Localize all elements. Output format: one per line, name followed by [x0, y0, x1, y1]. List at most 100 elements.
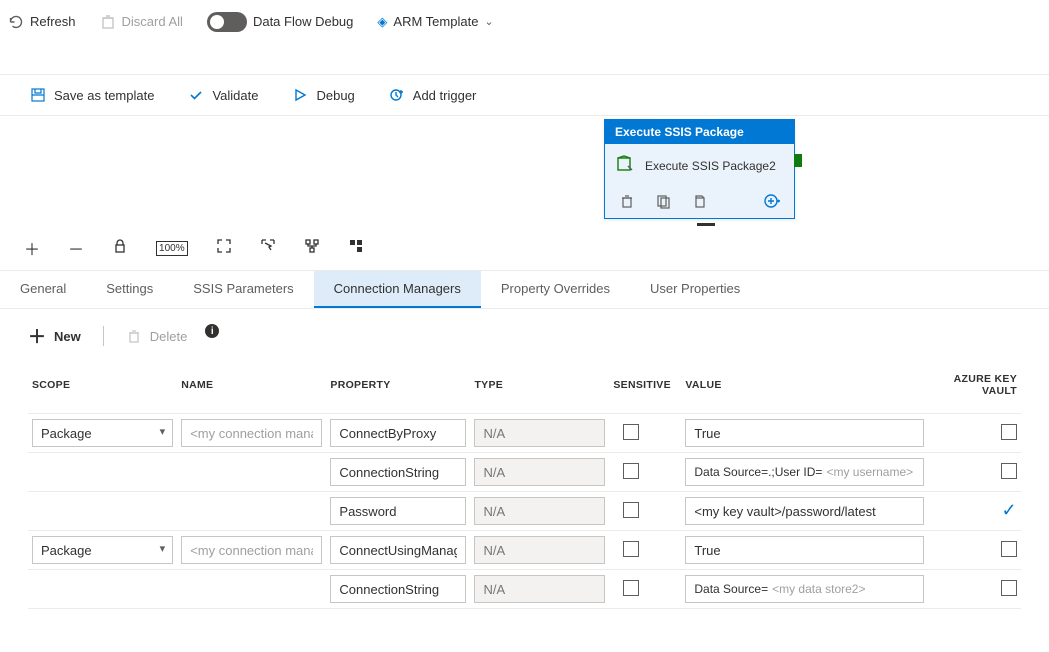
canvas-icon-row: ＋ － 100%: [0, 226, 1049, 271]
table-row: Data Source=.;User ID= <my username>: [28, 453, 1021, 492]
validate-button[interactable]: Validate: [188, 87, 258, 103]
activity-node-footer: [605, 187, 794, 218]
align-icon[interactable]: [304, 238, 320, 259]
name-input[interactable]: [181, 419, 322, 447]
refresh-icon: [8, 14, 24, 30]
plus-icon: ＋: [28, 323, 46, 349]
resize-handle[interactable]: [697, 223, 715, 226]
sensitive-checkbox[interactable]: [623, 424, 639, 440]
col-akv: AZURE KEY VAULT: [928, 363, 1021, 414]
discard-all-button[interactable]: Discard All: [100, 14, 183, 30]
sensitive-checkbox[interactable]: [623, 502, 639, 518]
akv-checkbox[interactable]: [1001, 541, 1017, 557]
grid-toolbar: ＋ New Delete i: [0, 309, 1049, 363]
akv-checkbox[interactable]: [1001, 580, 1017, 596]
minus-icon[interactable]: －: [68, 236, 84, 260]
discard-icon: [100, 14, 116, 30]
value-input[interactable]: [685, 419, 924, 447]
new-label: New: [54, 329, 81, 344]
save-as-template-button[interactable]: Save as template: [30, 87, 154, 103]
type-input: [474, 497, 605, 525]
play-icon: [292, 87, 308, 103]
table-row: [28, 414, 1021, 453]
save-template-icon: [30, 87, 46, 103]
col-type: TYPE: [470, 363, 609, 414]
tab-general[interactable]: General: [0, 271, 86, 308]
layout-icon[interactable]: [348, 238, 364, 259]
grid-header-row: SCOPE NAME PROPERTY TYPE SENSITIVE VALUE…: [28, 363, 1021, 414]
col-property: PROPERTY: [326, 363, 470, 414]
delete-icon[interactable]: [619, 193, 635, 212]
akv-checkbox[interactable]: ✓: [1001, 503, 1017, 519]
sensitive-checkbox[interactable]: [623, 541, 639, 557]
fit-screen-icon[interactable]: [216, 238, 232, 259]
scope-select[interactable]: [32, 419, 173, 447]
validate-label: Validate: [212, 88, 258, 103]
property-input[interactable]: [330, 575, 466, 603]
property-input[interactable]: [330, 497, 466, 525]
action-toolbar: Save as template Validate Debug Add trig…: [0, 74, 1049, 116]
add-trigger-label: Add trigger: [413, 88, 477, 103]
activity-node[interactable]: Execute SSIS Package Execute SSIS Packag…: [604, 119, 795, 219]
col-sensitive: SENSITIVE: [609, 363, 681, 414]
activity-node-body: Execute SSIS Package2: [605, 144, 794, 187]
toolbar-divider: [103, 326, 104, 346]
tab-ssis-parameters[interactable]: SSIS Parameters: [173, 271, 313, 308]
name-input[interactable]: [181, 536, 322, 564]
property-input[interactable]: [330, 458, 466, 486]
add-trigger-button[interactable]: Add trigger: [389, 87, 477, 103]
pipeline-canvas[interactable]: Execute SSIS Package Execute SSIS Packag…: [0, 116, 1049, 226]
detail-tabs: General Settings SSIS Parameters Connect…: [0, 271, 1049, 309]
add-trigger-icon: [389, 87, 405, 103]
refresh-label: Refresh: [30, 14, 76, 29]
type-input: [474, 536, 605, 564]
type-input: [474, 458, 605, 486]
trash-icon: [126, 328, 142, 344]
save-as-template-label: Save as template: [54, 88, 154, 103]
tab-user-properties[interactable]: User Properties: [630, 271, 760, 308]
tab-connection-managers[interactable]: Connection Managers: [314, 271, 481, 308]
add-icon[interactable]: ＋: [24, 236, 40, 260]
zoom-100-icon[interactable]: 100%: [156, 241, 188, 256]
debug-label: Debug: [316, 88, 354, 103]
akv-checkbox[interactable]: [1001, 424, 1017, 440]
table-row: ✓: [28, 492, 1021, 531]
toggle-icon: [207, 12, 247, 32]
akv-checkbox[interactable]: [1001, 463, 1017, 479]
value-input[interactable]: [685, 497, 924, 525]
col-value: VALUE: [681, 363, 928, 414]
arm-template-label: ARM Template: [393, 14, 478, 29]
property-input[interactable]: [330, 536, 466, 564]
property-input[interactable]: [330, 419, 466, 447]
type-input: [474, 419, 605, 447]
success-handle[interactable]: [794, 154, 802, 167]
debug-button[interactable]: Debug: [292, 87, 354, 103]
data-flow-debug-label: Data Flow Debug: [253, 14, 353, 29]
connection-managers-grid: SCOPE NAME PROPERTY TYPE SENSITIVE VALUE…: [0, 363, 1049, 629]
tab-settings[interactable]: Settings: [86, 271, 173, 308]
check-icon: [188, 87, 204, 103]
data-flow-debug-toggle[interactable]: Data Flow Debug: [207, 12, 353, 32]
copy-icon[interactable]: [691, 193, 707, 212]
value-input[interactable]: Data Source=.;User ID= <my username>: [685, 458, 924, 486]
delete-button[interactable]: Delete: [126, 328, 188, 344]
clone-icon[interactable]: [655, 193, 671, 212]
arm-template-menu[interactable]: ◈ ARM Template ⌄: [377, 14, 493, 30]
value-input[interactable]: [685, 536, 924, 564]
sensitive-checkbox[interactable]: [623, 463, 639, 479]
add-output-icon[interactable]: [764, 193, 780, 212]
new-button[interactable]: ＋ New: [28, 323, 81, 349]
scope-select[interactable]: [32, 536, 173, 564]
col-name: NAME: [177, 363, 326, 414]
value-input[interactable]: Data Source= <my data store2>: [685, 575, 924, 603]
arm-template-icon: ◈: [377, 14, 387, 30]
select-icon[interactable]: [260, 238, 276, 259]
tab-property-overrides[interactable]: Property Overrides: [481, 271, 630, 308]
sensitive-checkbox[interactable]: [623, 580, 639, 596]
col-scope: SCOPE: [28, 363, 177, 414]
top-toolbar: Refresh Discard All Data Flow Debug ◈ AR…: [0, 0, 1049, 44]
info-icon[interactable]: i: [205, 324, 219, 338]
lock-icon[interactable]: [112, 238, 128, 259]
refresh-button[interactable]: Refresh: [8, 14, 76, 30]
chevron-down-icon: ⌄: [484, 15, 493, 28]
